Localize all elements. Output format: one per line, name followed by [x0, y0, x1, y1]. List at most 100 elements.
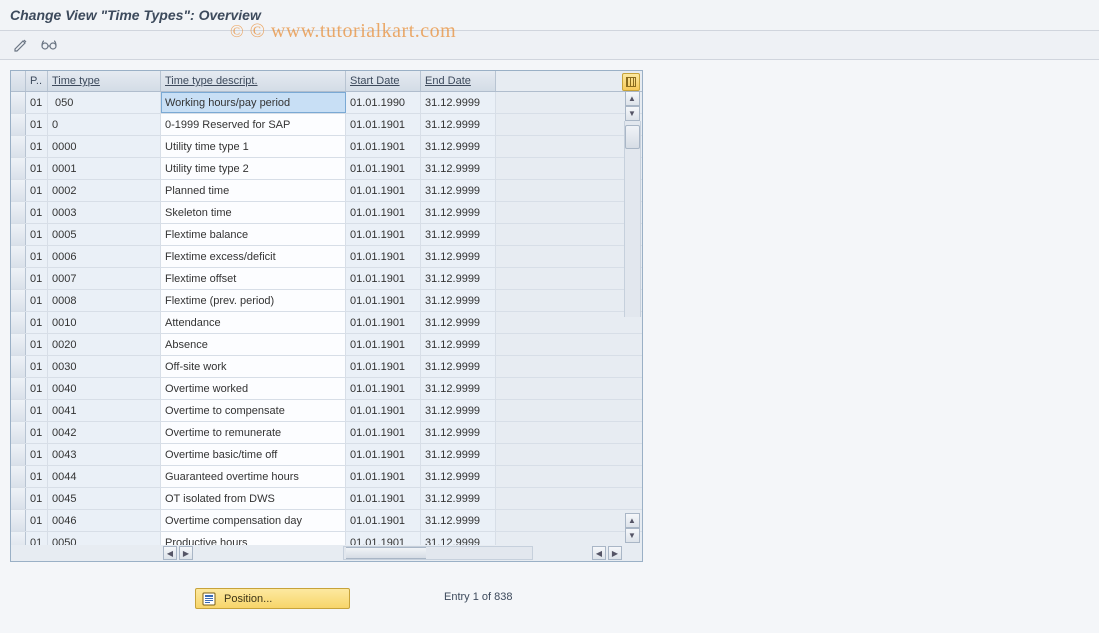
cell-time-type[interactable]: 0042 [48, 422, 161, 443]
cell-description[interactable]: Overtime compensation day [161, 510, 346, 531]
table-row[interactable]: 010001Utility time type 201.01.190131.12… [11, 158, 642, 180]
table-row[interactable]: 0100-1999 Reserved for SAP01.01.190131.1… [11, 114, 642, 136]
cell-time-type[interactable]: 0045 [48, 488, 161, 509]
table-row[interactable]: 010043Overtime basic/time off01.01.19013… [11, 444, 642, 466]
cell-start-date[interactable]: 01.01.1901 [346, 422, 421, 443]
cell-end-date[interactable]: 31.12.9999 [421, 202, 496, 223]
cell-end-date[interactable]: 31.12.9999 [421, 158, 496, 179]
position-button[interactable]: Position... [195, 588, 350, 609]
table-row[interactable]: 010007Flextime offset01.01.190131.12.999… [11, 268, 642, 290]
cell-end-date[interactable]: 31.12.9999 [421, 180, 496, 201]
row-select-handle[interactable] [11, 224, 26, 245]
cell-start-date[interactable]: 01.01.1901 [346, 488, 421, 509]
cell-start-date[interactable]: 01.01.1901 [346, 312, 421, 333]
table-row[interactable]: 010044Guaranteed overtime hours01.01.190… [11, 466, 642, 488]
table-row[interactable]: 01 050Working hours/pay period01.01.1990… [11, 92, 642, 114]
column-header-time-type[interactable]: Time type [48, 71, 161, 91]
row-select-handle[interactable] [11, 246, 26, 267]
cell-p[interactable]: 01 [26, 378, 48, 399]
hscroll-thumb[interactable] [346, 547, 426, 559]
cell-description[interactable]: Overtime worked [161, 378, 346, 399]
hscroll-right-button[interactable]: ▶ [179, 546, 193, 560]
table-row[interactable]: 010040Overtime worked01.01.190131.12.999… [11, 378, 642, 400]
cell-time-type[interactable]: 0 [48, 114, 161, 135]
cell-end-date[interactable]: 31.12.9999 [421, 488, 496, 509]
cell-description[interactable]: Working hours/pay period [161, 92, 346, 113]
cell-time-type[interactable]: 0007 [48, 268, 161, 289]
cell-time-type[interactable]: 0040 [48, 378, 161, 399]
row-select-handle[interactable] [11, 532, 26, 545]
hscroll-left2-button[interactable]: ◀ [592, 546, 606, 560]
column-header-end-date[interactable]: End Date [421, 71, 496, 91]
vertical-scroll-track[interactable] [624, 121, 641, 317]
toggle-change-mode-button[interactable] [10, 34, 32, 56]
cell-p[interactable]: 01 [26, 158, 48, 179]
cell-start-date[interactable]: 01.01.1901 [346, 180, 421, 201]
row-select-handle[interactable] [11, 92, 26, 113]
cell-p[interactable]: 01 [26, 532, 48, 545]
hscroll-right2-button[interactable]: ▶ [608, 546, 622, 560]
cell-time-type[interactable]: 0000 [48, 136, 161, 157]
cell-time-type[interactable]: 0046 [48, 510, 161, 531]
cell-description[interactable]: Guaranteed overtime hours [161, 466, 346, 487]
cell-time-type[interactable]: 0010 [48, 312, 161, 333]
cell-start-date[interactable]: 01.01.1901 [346, 136, 421, 157]
cell-start-date[interactable]: 01.01.1901 [346, 290, 421, 311]
cell-p[interactable]: 01 [26, 356, 48, 377]
cell-start-date[interactable]: 01.01.1901 [346, 202, 421, 223]
table-row[interactable]: 010050Productive hours01.01.190131.12.99… [11, 532, 642, 545]
cell-time-type[interactable]: 0020 [48, 334, 161, 355]
cell-start-date[interactable]: 01.01.1901 [346, 224, 421, 245]
row-select-handle[interactable] [11, 466, 26, 487]
cell-p[interactable]: 01 [26, 312, 48, 333]
cell-end-date[interactable]: 31.12.9999 [421, 92, 496, 113]
cell-end-date[interactable]: 31.12.9999 [421, 136, 496, 157]
display-details-button[interactable] [38, 34, 60, 56]
column-header-start-date[interactable]: Start Date [346, 71, 421, 91]
cell-p[interactable]: 01 [26, 136, 48, 157]
table-row[interactable]: 010020Absence01.01.190131.12.9999 [11, 334, 642, 356]
cell-end-date[interactable]: 31.12.9999 [421, 444, 496, 465]
column-header-description[interactable]: Time type descript. [161, 71, 346, 91]
cell-start-date[interactable]: 01.01.1901 [346, 444, 421, 465]
cell-start-date[interactable]: 01.01.1901 [346, 532, 421, 545]
cell-start-date[interactable]: 01.01.1990 [346, 92, 421, 113]
cell-start-date[interactable]: 01.01.1901 [346, 400, 421, 421]
row-select-handle[interactable] [11, 334, 26, 355]
cell-time-type[interactable]: 0003 [48, 202, 161, 223]
cell-description[interactable]: 0-1999 Reserved for SAP [161, 114, 346, 135]
row-select-handle[interactable] [11, 136, 26, 157]
cell-end-date[interactable]: 31.12.9999 [421, 312, 496, 333]
cell-time-type[interactable]: 0006 [48, 246, 161, 267]
cell-time-type[interactable]: 0041 [48, 400, 161, 421]
cell-description[interactable]: Flextime excess/deficit [161, 246, 346, 267]
cell-start-date[interactable]: 01.01.1901 [346, 114, 421, 135]
cell-time-type[interactable]: 0043 [48, 444, 161, 465]
cell-time-type[interactable]: 0001 [48, 158, 161, 179]
cell-description[interactable]: Overtime to remunerate [161, 422, 346, 443]
table-row[interactable]: 010006Flextime excess/deficit01.01.19013… [11, 246, 642, 268]
row-select-handle[interactable] [11, 268, 26, 289]
scroll-down-button[interactable]: ▼ [625, 106, 640, 121]
cell-p[interactable]: 01 [26, 334, 48, 355]
row-select-handle[interactable] [11, 422, 26, 443]
cell-end-date[interactable]: 31.12.9999 [421, 290, 496, 311]
cell-end-date[interactable]: 31.12.9999 [421, 334, 496, 355]
scroll-down-bottom-button[interactable]: ▼ [625, 528, 640, 543]
cell-time-type[interactable]: 0030 [48, 356, 161, 377]
row-select-handle[interactable] [11, 114, 26, 135]
cell-end-date[interactable]: 31.12.9999 [421, 510, 496, 531]
cell-p[interactable]: 01 [26, 488, 48, 509]
cell-p[interactable]: 01 [26, 114, 48, 135]
cell-p[interactable]: 01 [26, 422, 48, 443]
cell-p[interactable]: 01 [26, 466, 48, 487]
cell-description[interactable]: Utility time type 2 [161, 158, 346, 179]
cell-description[interactable]: Utility time type 1 [161, 136, 346, 157]
row-select-handle[interactable] [11, 158, 26, 179]
cell-description[interactable]: Flextime offset [161, 268, 346, 289]
cell-description[interactable]: Absence [161, 334, 346, 355]
cell-description[interactable]: Attendance [161, 312, 346, 333]
cell-description[interactable]: Overtime basic/time off [161, 444, 346, 465]
cell-time-type[interactable]: 0002 [48, 180, 161, 201]
row-select-handle[interactable] [11, 400, 26, 421]
